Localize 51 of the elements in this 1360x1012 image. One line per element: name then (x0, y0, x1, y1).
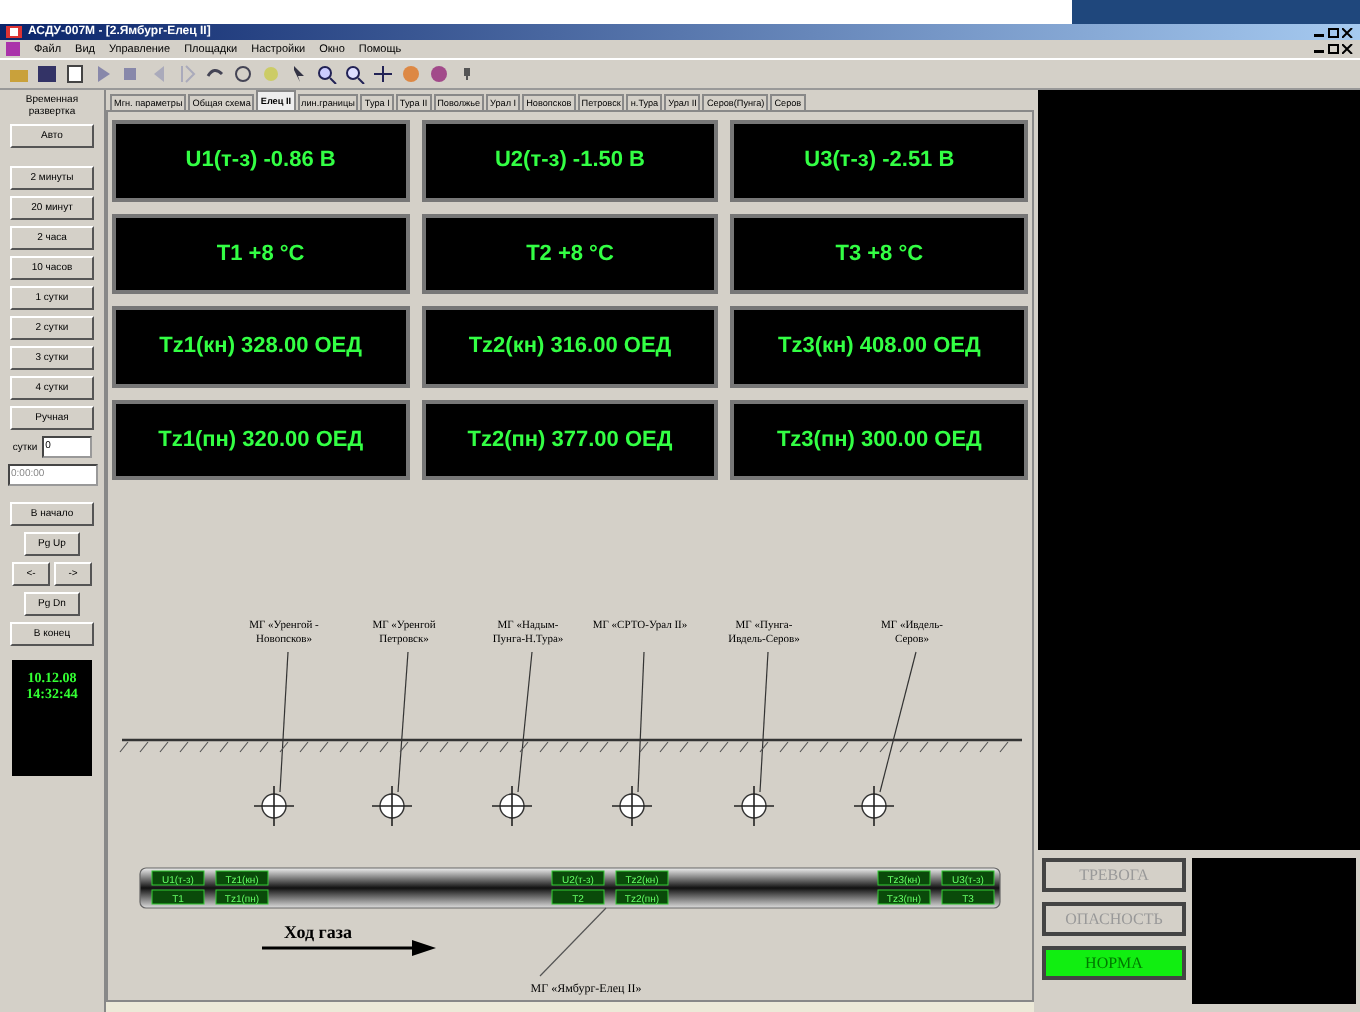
sensor-tag (877, 870, 931, 886)
reading-display: Tz2(пн) 377.00 ОЕД (421, 399, 719, 480)
sensor-tag (151, 870, 205, 886)
sensor-tag (215, 889, 269, 905)
alarm-indicator: ТРЕВОГА (1042, 858, 1186, 892)
alarm-indicator: ОПАСНОСТЬ (1042, 902, 1186, 936)
leader-line (517, 651, 533, 793)
window-icon[interactable] (36, 64, 58, 84)
reading-display: U1(т-з) -0.86 В (112, 120, 410, 201)
reading-display: U3(т-з) -2.51 В (730, 120, 1028, 201)
leader-line (279, 651, 289, 793)
restore-icon[interactable] (1328, 44, 1340, 54)
cursor-icon[interactable] (288, 64, 310, 84)
alarm-indicator: НОРМА (1042, 946, 1186, 980)
zoom-in-icon[interactable] (316, 64, 338, 84)
crosshair-well-icon (611, 785, 653, 827)
sensor-tag (151, 889, 205, 905)
pan-icon[interactable] (372, 64, 394, 84)
sensor-tag (551, 889, 605, 905)
reading-display: Tz3(пн) 300.00 ОЕД (730, 399, 1028, 480)
leader-line (879, 651, 917, 793)
maximize-icon[interactable] (1328, 27, 1340, 37)
reading-display: Tz1(пн) 320.00 ОЕД (112, 399, 410, 480)
sensor-tag (615, 889, 669, 905)
crosshair-well-icon (253, 785, 295, 827)
close-icon[interactable] (1342, 44, 1354, 54)
reading-display: T1 +8 °C (112, 213, 410, 294)
sensor-tag (215, 870, 269, 886)
leader-line (397, 651, 409, 793)
flow-label: Ход газа (284, 922, 352, 942)
close-icon[interactable] (1342, 27, 1354, 37)
reading-display: T2 +8 °C (421, 213, 719, 294)
sensor-tag (941, 870, 995, 886)
zoom-out-icon[interactable] (344, 64, 366, 84)
leader-line (759, 651, 769, 793)
reading-display: Tz1(кн) 328.00 ОЕД (112, 306, 410, 387)
crosshair-well-icon (491, 785, 533, 827)
reading-display: Tz3(кн) 408.00 ОЕД (730, 306, 1028, 387)
sensor-tag (877, 889, 931, 905)
crosshair-well-icon (371, 785, 413, 827)
sensor-tag (941, 889, 995, 905)
reading-display: U2(т-з) -1.50 В (421, 120, 719, 201)
document-icon[interactable] (64, 64, 86, 84)
leader-line (637, 651, 645, 793)
crosshair-well-icon (733, 785, 775, 827)
reading-display: Tz2(кн) 316.00 ОЕД (421, 306, 719, 387)
sensor-tag (551, 870, 605, 886)
leader-line (539, 907, 607, 977)
sensor-tag (615, 870, 669, 886)
reading-display: T3 +8 °C (730, 213, 1028, 294)
crosshair-well-icon (853, 785, 895, 827)
